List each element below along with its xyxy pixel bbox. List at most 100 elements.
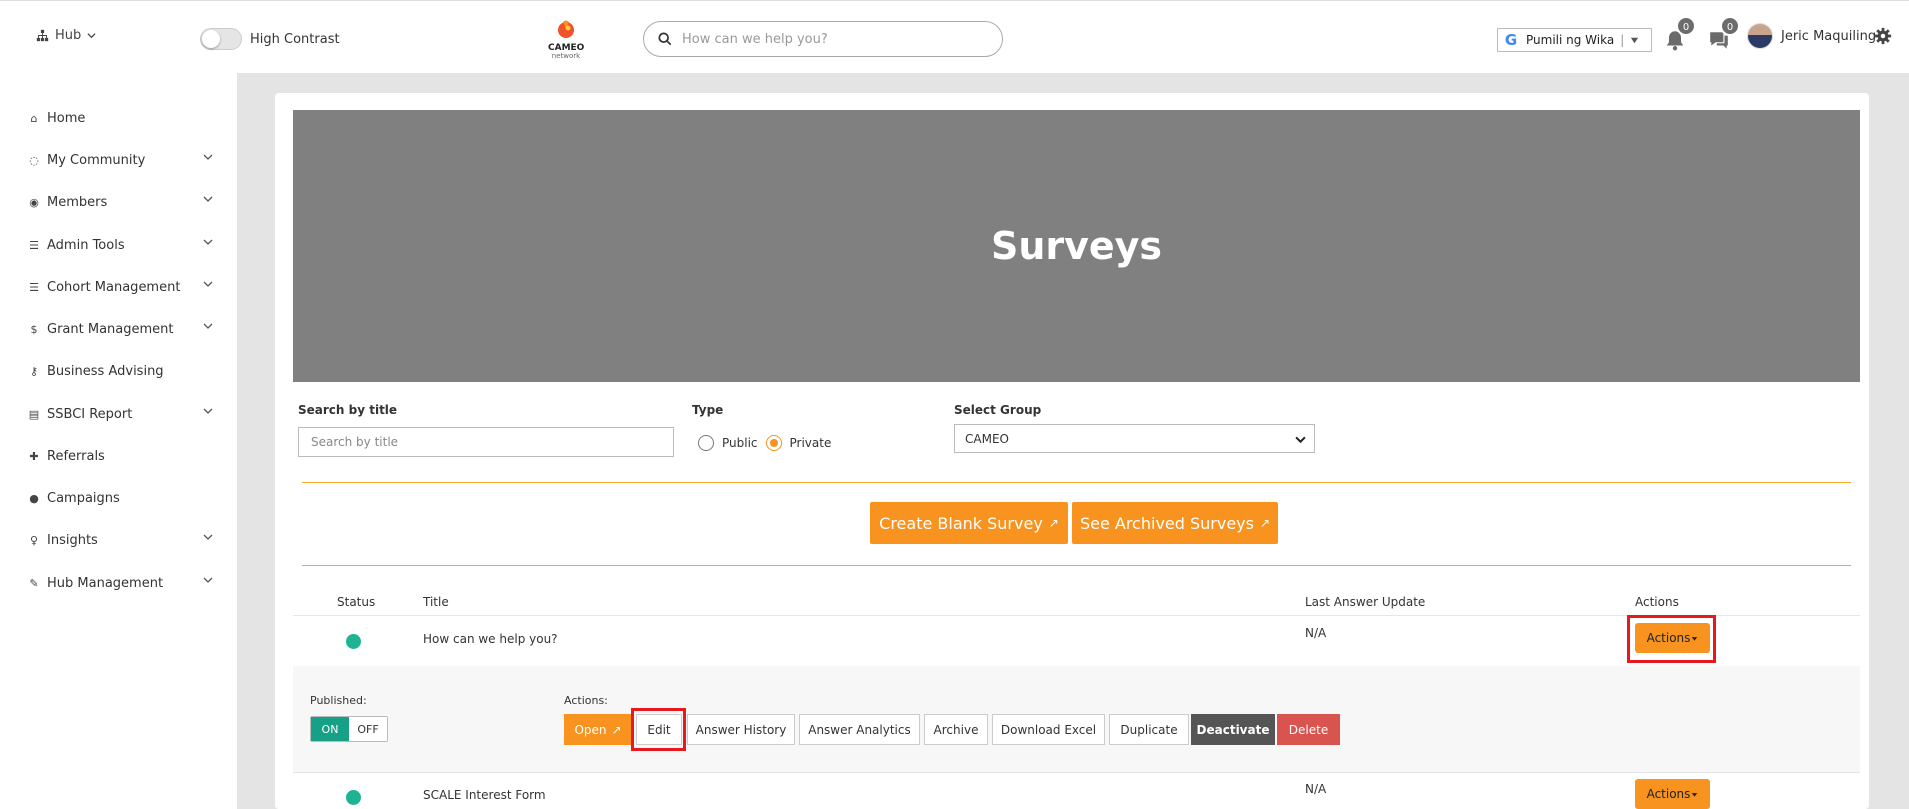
create-blank-survey-button[interactable]: Create Blank Survey ↗ — [870, 502, 1068, 544]
sidebar-item-home[interactable]: ⌂ Home — [27, 108, 213, 128]
sidebar-item-label: Grant Management — [47, 321, 174, 337]
published-toggle[interactable]: ON OFF — [310, 716, 388, 742]
download-excel-button[interactable]: Download Excel — [992, 714, 1105, 745]
row-actions-button[interactable]: Actions — [1635, 779, 1710, 809]
logo-flame-icon — [558, 20, 574, 38]
delete-button[interactable]: Delete — [1277, 714, 1340, 745]
highlight-edit — [631, 708, 686, 751]
google-icon: G — [1504, 31, 1518, 49]
sidebar-item-label: My Community — [47, 152, 146, 168]
sidebar-item-grant-management[interactable]: $ Grant Management — [27, 319, 213, 339]
type-radio-group: Public Private — [698, 435, 831, 451]
chevron-down-icon — [203, 196, 213, 202]
dollar-icon: $ — [30, 322, 38, 336]
survey-title[interactable]: SCALE Interest Form — [423, 788, 546, 802]
global-search[interactable] — [643, 21, 1003, 57]
sidebar-item-label: Insights — [47, 532, 98, 548]
published-on-button[interactable]: ON — [311, 717, 349, 741]
gear-icon[interactable] — [1874, 27, 1892, 45]
user-circle-icon: ◉ — [29, 195, 39, 209]
sidebar-item-label: Cohort Management — [47, 279, 181, 295]
sidebar-item-business-advising[interactable]: ⚷ Business Advising — [27, 361, 213, 381]
type-public-radio[interactable] — [698, 435, 714, 451]
chevron-down-icon — [203, 577, 213, 583]
select-group-value: CAMEO — [965, 431, 1009, 446]
survey-title[interactable]: How can we help you? — [423, 632, 558, 646]
sidebar-item-label: Admin Tools — [47, 237, 125, 253]
search-by-title-label: Search by title — [298, 403, 398, 417]
hub-menu[interactable]: Hub — [36, 28, 96, 43]
sidebar-item-hub-management[interactable]: ✎ Hub Management — [27, 573, 213, 593]
chevron-down-icon — [203, 281, 213, 287]
type-private-label: Private — [789, 436, 832, 450]
list-icon: ☰ — [29, 238, 39, 252]
answer-history-button[interactable]: Answer History — [687, 714, 795, 745]
sidebar-item-label: Home — [47, 110, 86, 126]
column-header-status: Status — [337, 595, 376, 609]
type-label: Type — [692, 403, 724, 417]
sidebar-item-ssbci-report[interactable]: ▤ SSBCI Report — [27, 404, 213, 424]
column-header-last-update: Last Answer Update — [1305, 595, 1426, 609]
language-select[interactable]: G Pumili ng Wika | — [1497, 28, 1652, 52]
high-contrast-toggle[interactable]: High Contrast — [200, 28, 340, 50]
toggle-switch[interactable] — [200, 28, 242, 50]
cameo-logo[interactable]: CAMEO network — [548, 19, 584, 61]
search-by-title-input[interactable] — [298, 427, 674, 457]
user-menu[interactable]: Jeric Maquiling — [1747, 23, 1876, 49]
highlight-actions — [1627, 615, 1716, 663]
actions-label: Actions: — [564, 694, 608, 707]
see-archived-surveys-button[interactable]: See Archived Surveys ↗ — [1072, 502, 1278, 544]
lightbulb-icon: ♀ — [29, 533, 39, 547]
language-separator: | — [1620, 33, 1625, 47]
avatar — [1747, 23, 1773, 49]
global-search-input[interactable] — [682, 31, 982, 47]
last-answer-update: N/A — [1305, 782, 1327, 796]
messages-button[interactable]: 0 — [1708, 16, 1740, 53]
external-link-icon: ↗ — [1048, 516, 1059, 530]
type-public-label: Public — [722, 436, 758, 450]
chevron-down-icon — [1295, 436, 1306, 444]
home-icon: ⌂ — [30, 111, 38, 125]
notifications-button[interactable]: 0 — [1664, 16, 1696, 53]
sidebar-item-members[interactable]: ◉ Members — [27, 192, 213, 212]
logo-subtext: network — [551, 52, 581, 60]
archive-button[interactable]: Archive — [924, 714, 988, 745]
sidebar-item-label: Business Advising — [47, 363, 164, 379]
create-blank-survey-label: Create Blank Survey — [879, 513, 1043, 533]
select-group-label: Select Group — [954, 403, 1042, 417]
status-badge — [346, 634, 361, 649]
search-icon — [658, 32, 672, 46]
divider-top — [302, 482, 1851, 483]
open-button[interactable]: Open ↗ — [564, 714, 632, 745]
top-bar: Hub High Contrast CAMEO network G Pumili… — [0, 0, 1909, 73]
sidebar-item-cohort-management[interactable]: ☰ Cohort Management — [27, 277, 213, 297]
user-name: Jeric Maquiling — [1781, 28, 1877, 44]
see-archived-surveys-label: See Archived Surveys — [1079, 513, 1254, 533]
sidebar-item-insights[interactable]: ♀ Insights — [27, 530, 213, 550]
type-private-radio[interactable] — [765, 435, 782, 451]
sidebar-item-my-community[interactable]: ◌ My Community — [27, 150, 213, 170]
select-group-dropdown[interactable]: CAMEO — [954, 424, 1315, 453]
published-off-button[interactable]: OFF — [349, 717, 387, 741]
external-link-icon: ↗ — [1259, 516, 1271, 530]
language-label: Pumili ng Wika — [1526, 33, 1615, 47]
page-title: Surveys — [990, 224, 1163, 268]
answer-analytics-button[interactable]: Answer Analytics — [799, 714, 920, 745]
hub-label: Hub — [55, 28, 82, 43]
sidebar-item-label: SSBCI Report — [47, 406, 133, 422]
page-banner: Surveys — [293, 110, 1860, 382]
sidebar-item-referrals[interactable]: ✚ Referrals — [27, 446, 213, 466]
deactivate-button[interactable]: Deactivate — [1191, 714, 1275, 745]
sidebar-item-campaigns[interactable]: ● Campaigns — [27, 488, 213, 508]
divider-bottom — [302, 565, 1851, 566]
chevron-down-icon — [203, 408, 213, 414]
key-icon: ⚷ — [29, 364, 39, 378]
notifications-count: 0 — [1676, 16, 1696, 36]
header-divider — [293, 615, 1860, 616]
status-badge — [346, 790, 361, 805]
published-label: Published: — [310, 694, 367, 707]
chevron-down-icon — [203, 154, 213, 160]
duplicate-button[interactable]: Duplicate — [1109, 714, 1189, 745]
chevron-down-icon — [203, 239, 213, 245]
sidebar-item-admin-tools[interactable]: ☰ Admin Tools — [27, 235, 213, 255]
